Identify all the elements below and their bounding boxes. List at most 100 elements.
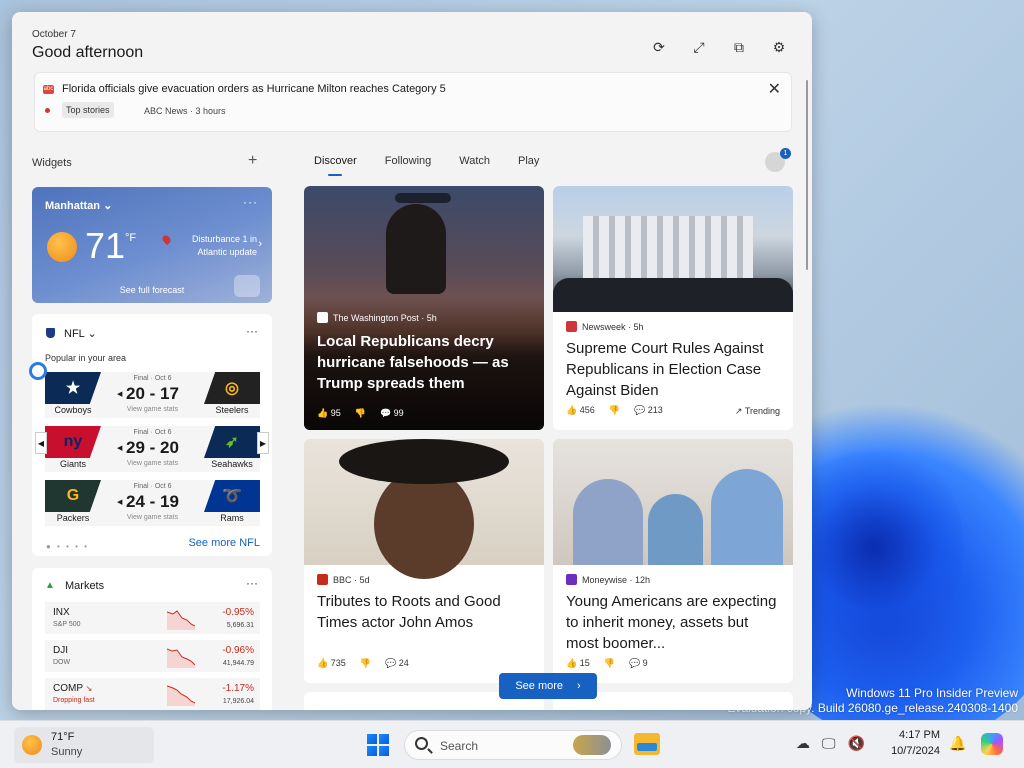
like-icon[interactable]: 👍 735 <box>317 658 346 669</box>
more-options-icon[interactable]: ··· <box>243 195 258 209</box>
sun-icon <box>22 735 42 755</box>
stock-name: S&P 500 <box>53 621 81 628</box>
game-card[interactable]: ny ➶ Final · Oct 6 ◀ 29 - 20 View game s… <box>45 426 260 472</box>
top-story-alert[interactable]: abc Florida officials give evacuation or… <box>34 72 792 132</box>
game-status: Final · Oct 6 <box>133 483 172 490</box>
source-label: Moneywise · 12h <box>582 574 651 585</box>
newsweek-logo-icon <box>566 321 577 332</box>
dislike-icon[interactable]: 👎 <box>609 405 620 416</box>
stock-row[interactable]: INX S&P 500 -0.95% 5,696.31 <box>45 602 260 634</box>
news-headline[interactable]: Local Republicans decry hurricane falseh… <box>317 331 535 394</box>
sparkline-icon <box>167 648 195 668</box>
more-options-icon[interactable]: ··· <box>246 576 258 590</box>
news-card[interactable]: Newsweek · 5h Supreme Court Rules Agains… <box>553 186 793 430</box>
add-widget-icon[interactable]: + <box>248 152 257 170</box>
game-card[interactable]: ★ ◎ Final · Oct 6 ◀ 20 - 17 View game st… <box>45 372 260 418</box>
see-more-nfl-link[interactable]: See more NFL <box>188 537 260 549</box>
taskbar-clock[interactable]: 4:17 PM 10/7/2024 <box>882 727 940 759</box>
weather-alert[interactable]: Disturbance 1 in Atlantic update <box>177 233 257 259</box>
search-icon <box>415 737 428 750</box>
comment-icon[interactable]: 💬 24 <box>385 658 409 669</box>
game-card[interactable]: G ➰ Final · Oct 6 ◀ 24 - 19 View game st… <box>45 480 260 526</box>
drag-handle-icon[interactable] <box>29 362 47 380</box>
volume-icon[interactable]: 🔇 <box>848 735 865 752</box>
nfl-title[interactable]: NFL ⌄ <box>64 327 97 340</box>
more-options-icon[interactable]: ··· <box>246 324 258 338</box>
alert-headline[interactable]: Florida officials give evacuation orders… <box>62 83 446 95</box>
weather-widget[interactable]: Manhattan ⌄ ··· 71 °F Disturbance 1 in A… <box>32 187 272 303</box>
news-card[interactable]: BBC · 5d Tributes to Roots and Good Time… <box>304 439 544 683</box>
like-count: 735 <box>330 658 346 668</box>
stock-name: Dropping fast <box>53 697 95 704</box>
pager-dots[interactable]: ● • • • • <box>46 542 89 551</box>
chevron-down-icon: ⌄ <box>87 328 97 340</box>
trend-down-icon: ↘ <box>85 684 93 693</box>
source-label: BBC · 5d <box>333 574 370 585</box>
moneywise-logo-icon <box>566 574 577 585</box>
top-stories-badge: Top stories <box>62 102 114 118</box>
panel-scrollbar[interactable] <box>806 80 808 270</box>
notification-bell-icon[interactable]: 🔔 <box>949 735 966 752</box>
news-reactions: 👍 456 👎 💬 213 <box>566 405 663 416</box>
alert-dot-icon <box>45 108 50 113</box>
see-more-button[interactable]: See more › <box>499 673 597 699</box>
next-arrow-icon[interactable]: ▶ <box>257 432 269 454</box>
dislike-icon[interactable]: 👎 <box>604 658 615 669</box>
previous-arrow-icon[interactable]: ◀ <box>35 432 47 454</box>
dislike-icon[interactable]: 👎 <box>360 658 371 669</box>
portrait-hat <box>339 439 509 484</box>
like-icon[interactable]: 👍 95 <box>317 408 341 419</box>
alert-meta: ABC News · 3 hours <box>144 106 226 116</box>
dislike-icon[interactable]: 👎 <box>355 408 366 419</box>
carousel-pager[interactable] <box>395 193 451 203</box>
chevron-right-icon[interactable]: › <box>258 238 262 250</box>
onedrive-icon[interactable]: ☁ <box>796 735 810 752</box>
file-explorer-icon[interactable] <box>634 733 660 755</box>
tab-discover[interactable]: Discover <box>314 155 357 176</box>
search-box[interactable]: Search <box>404 730 622 760</box>
like-icon[interactable]: 👍 456 <box>566 405 595 416</box>
clock-date: 10/7/2024 <box>891 745 940 757</box>
like-icon[interactable]: 👍 15 <box>566 658 590 669</box>
start-button[interactable] <box>367 734 389 756</box>
search-placeholder: Search <box>440 739 479 753</box>
nfl-shield-icon <box>46 328 55 338</box>
photo-person <box>711 469 783 565</box>
settings-icon[interactable]: ⚙ <box>768 36 790 58</box>
comment-icon[interactable]: 💬 9 <box>629 658 648 669</box>
expand-icon[interactable]: ⤢ <box>688 36 710 58</box>
close-icon[interactable]: ✕ <box>768 79 781 99</box>
copilot-icon[interactable] <box>981 733 1003 755</box>
tab-play[interactable]: Play <box>518 155 539 167</box>
news-card[interactable]: The Washington Post · 5h Local Republica… <box>304 186 544 430</box>
portrait-face <box>374 469 474 579</box>
comment-icon[interactable]: 💬 99 <box>380 408 404 419</box>
network-icon[interactable]: 🖵 <box>822 735 836 752</box>
news-reactions: 👍 95 👎 💬 99 <box>317 408 404 419</box>
game-status: Final · Oct 6 <box>133 375 172 382</box>
news-headline[interactable]: Tributes to Roots and Good Times actor J… <box>317 591 535 633</box>
nfl-subtitle: Popular in your area <box>45 353 127 363</box>
pin-icon[interactable]: ⧉ <box>728 36 750 58</box>
news-headline[interactable]: Supreme Court Rules Against Republicans … <box>566 338 784 401</box>
greeting: Good afternoon <box>32 44 144 61</box>
stock-row[interactable]: COMP ↘ Dropping fast -1.17% 17,926.04 <box>45 678 260 710</box>
markets-title[interactable]: Markets <box>65 580 104 592</box>
tab-following[interactable]: Following <box>385 155 431 167</box>
weather-map-thumb[interactable] <box>234 275 260 297</box>
game-score: 29 - 20 <box>126 438 179 457</box>
washington-post-logo-icon <box>317 312 328 323</box>
comment-count: 213 <box>647 405 663 415</box>
photo-person <box>573 479 643 565</box>
refresh-icon[interactable]: ⟳ <box>648 36 670 58</box>
comment-icon[interactable]: 💬 213 <box>634 405 663 416</box>
stock-symbol: DJI <box>53 645 68 656</box>
tab-watch[interactable]: Watch <box>459 155 490 167</box>
weather-location[interactable]: Manhattan ⌄ <box>45 199 112 212</box>
news-card[interactable]: Moneywise · 12h Young Americans are expe… <box>553 439 793 683</box>
stock-row[interactable]: DJI DOW -0.96% 41,944.79 <box>45 640 260 672</box>
clock-time: 4:17 PM <box>899 729 940 741</box>
taskbar-weather[interactable]: 71°F Sunny <box>14 727 154 763</box>
news-headline[interactable]: Young Americans are expecting to inherit… <box>566 591 784 654</box>
news-source: The Washington Post · 5h <box>317 312 437 323</box>
